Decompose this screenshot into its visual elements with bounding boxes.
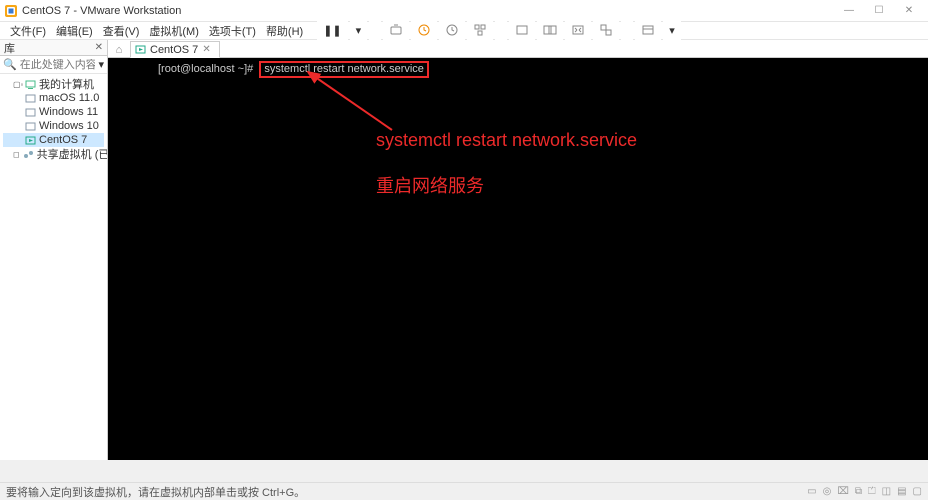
tab-close-icon[interactable]: ✕ [202, 44, 210, 55]
unity-icon[interactable] [593, 20, 619, 42]
device-net-icon[interactable]: ⧉ [855, 486, 862, 497]
close-button[interactable]: ✕ [894, 0, 924, 22]
sidebar: 库 ✕ 🔍 ▾ ▢◦ 我的计算机 macOS 11.0 Windows 11 [0, 40, 108, 460]
status-message: 要将输入定向到该虚拟机，请在虚拟机内部单击或按 Ctrl+G。 [6, 484, 305, 500]
fit-guest-icon[interactable] [509, 20, 535, 42]
menu-view[interactable]: 查看(V) [99, 23, 144, 39]
tree-item-win10[interactable]: Windows 10 [3, 119, 104, 133]
work-area: 库 ✕ 🔍 ▾ ▢◦ 我的计算机 macOS 11.0 Windows 11 [0, 40, 928, 460]
tabstrip: ⌂ CentOS 7 ✕ [108, 40, 928, 58]
tab-centos[interactable]: CentOS 7 ✕ [130, 41, 220, 58]
main-pane: ⌂ CentOS 7 ✕ [root@localhost ~]# systemc… [108, 40, 928, 460]
snapshot-manager-icon[interactable] [439, 20, 465, 42]
status-device-icons: ▭ ◎ ⌧ ⧉ ⏍ ◫ ▤ ▢ [807, 486, 922, 497]
annotation-text-1: systemctl restart network.service [376, 130, 637, 151]
pause-button[interactable]: ❚❚ [317, 20, 347, 42]
tree-item-win11[interactable]: Windows 11 [3, 105, 104, 119]
menu-file[interactable]: 文件(F) [6, 23, 50, 39]
menu-edit[interactable]: 编辑(E) [52, 23, 97, 39]
status-bar: 要将输入定向到该虚拟机，请在虚拟机内部单击或按 Ctrl+G。 ▭ ◎ ⌧ ⧉ … [0, 482, 928, 500]
snapshot-icon[interactable] [411, 20, 437, 42]
computer-icon [25, 79, 36, 90]
tree-item-macos[interactable]: macOS 11.0 [3, 91, 104, 105]
device-floppy-icon[interactable]: ⌧ [837, 486, 849, 497]
tree-shared[interactable]: ◻ 共享虚拟机 (已弃用) [3, 147, 104, 161]
shared-icon [23, 149, 34, 160]
terminal-prompt: [root@localhost ~]# [158, 63, 253, 75]
search-icon: 🔍 [3, 58, 17, 71]
send-ctrl-alt-del-icon[interactable] [383, 20, 409, 42]
toolbar-separator [369, 20, 381, 42]
tree-label: Windows 10 [39, 120, 99, 132]
annotation-text-2: 重启网络服务 [376, 172, 484, 198]
vm-icon [25, 121, 36, 132]
tree-label: 我的计算机 [39, 76, 94, 92]
app-icon [4, 4, 18, 18]
fit-window-icon[interactable] [537, 20, 563, 42]
fullscreen-icon[interactable] [565, 20, 591, 42]
vm-icon [25, 107, 36, 118]
vm-running-icon [25, 135, 36, 146]
tree-label: Windows 11 [39, 106, 98, 118]
tree-label: macOS 11.0 [39, 92, 99, 104]
menu-vm[interactable]: 虚拟机(M) [145, 23, 203, 39]
terminal-view[interactable]: [root@localhost ~]# systemctl restart ne… [108, 58, 928, 460]
terminal-line: [root@localhost ~]# systemctl restart ne… [158, 61, 429, 78]
sidebar-search: 🔍 ▾ [0, 56, 107, 74]
sidebar-close-icon[interactable]: ✕ [95, 42, 103, 53]
toolbar-separator [621, 20, 633, 42]
device-printer-icon[interactable]: ▤ [897, 486, 906, 497]
tree-label: 共享虚拟机 (已弃用) [37, 146, 107, 162]
tab-label: CentOS 7 [150, 44, 198, 56]
sidebar-header: 库 ✕ [0, 40, 107, 56]
vm-icon [25, 93, 36, 104]
revert-icon[interactable] [467, 20, 493, 42]
menu-tabs[interactable]: 选项卡(T) [205, 23, 260, 39]
tree-root[interactable]: ▢◦ 我的计算机 [3, 77, 104, 91]
tree-collapse-icon[interactable]: ◻ [13, 150, 20, 159]
maximize-button[interactable]: ☐ [864, 0, 894, 22]
device-display-icon[interactable]: ▢ [913, 486, 922, 497]
tree-label: CentOS 7 [39, 134, 87, 146]
device-usb-icon[interactable]: ⏍ [868, 486, 876, 497]
pause-dropdown[interactable]: ▾ [350, 20, 368, 42]
toolbar-separator [495, 20, 507, 42]
search-input[interactable] [20, 59, 96, 71]
menu-help[interactable]: 帮助(H) [262, 23, 307, 39]
device-disk-icon[interactable]: ▭ [807, 486, 816, 497]
minimize-button[interactable]: — [834, 0, 864, 22]
library-dropdown[interactable]: ▾ [663, 20, 681, 42]
library-icon[interactable] [635, 20, 661, 42]
sidebar-title: 库 [4, 40, 15, 56]
search-dropdown-icon[interactable]: ▾ [98, 58, 104, 71]
window-title: CentOS 7 - VMware Workstation [22, 5, 834, 17]
tree-expand-icon[interactable]: ▢◦ [13, 80, 22, 89]
menubar: 文件(F) 编辑(E) 查看(V) 虚拟机(M) 选项卡(T) 帮助(H) ❚❚… [0, 22, 928, 40]
home-tab-icon[interactable]: ⌂ [112, 43, 126, 57]
terminal-command-highlighted: systemctl restart network.service [259, 61, 429, 78]
device-cd-icon[interactable]: ◎ [823, 486, 832, 497]
sidebar-tree: ▢◦ 我的计算机 macOS 11.0 Windows 11 Windows 1… [0, 74, 107, 460]
tree-item-centos[interactable]: CentOS 7 [3, 133, 104, 147]
device-sound-icon[interactable]: ◫ [882, 486, 891, 497]
vm-running-icon [135, 44, 146, 55]
